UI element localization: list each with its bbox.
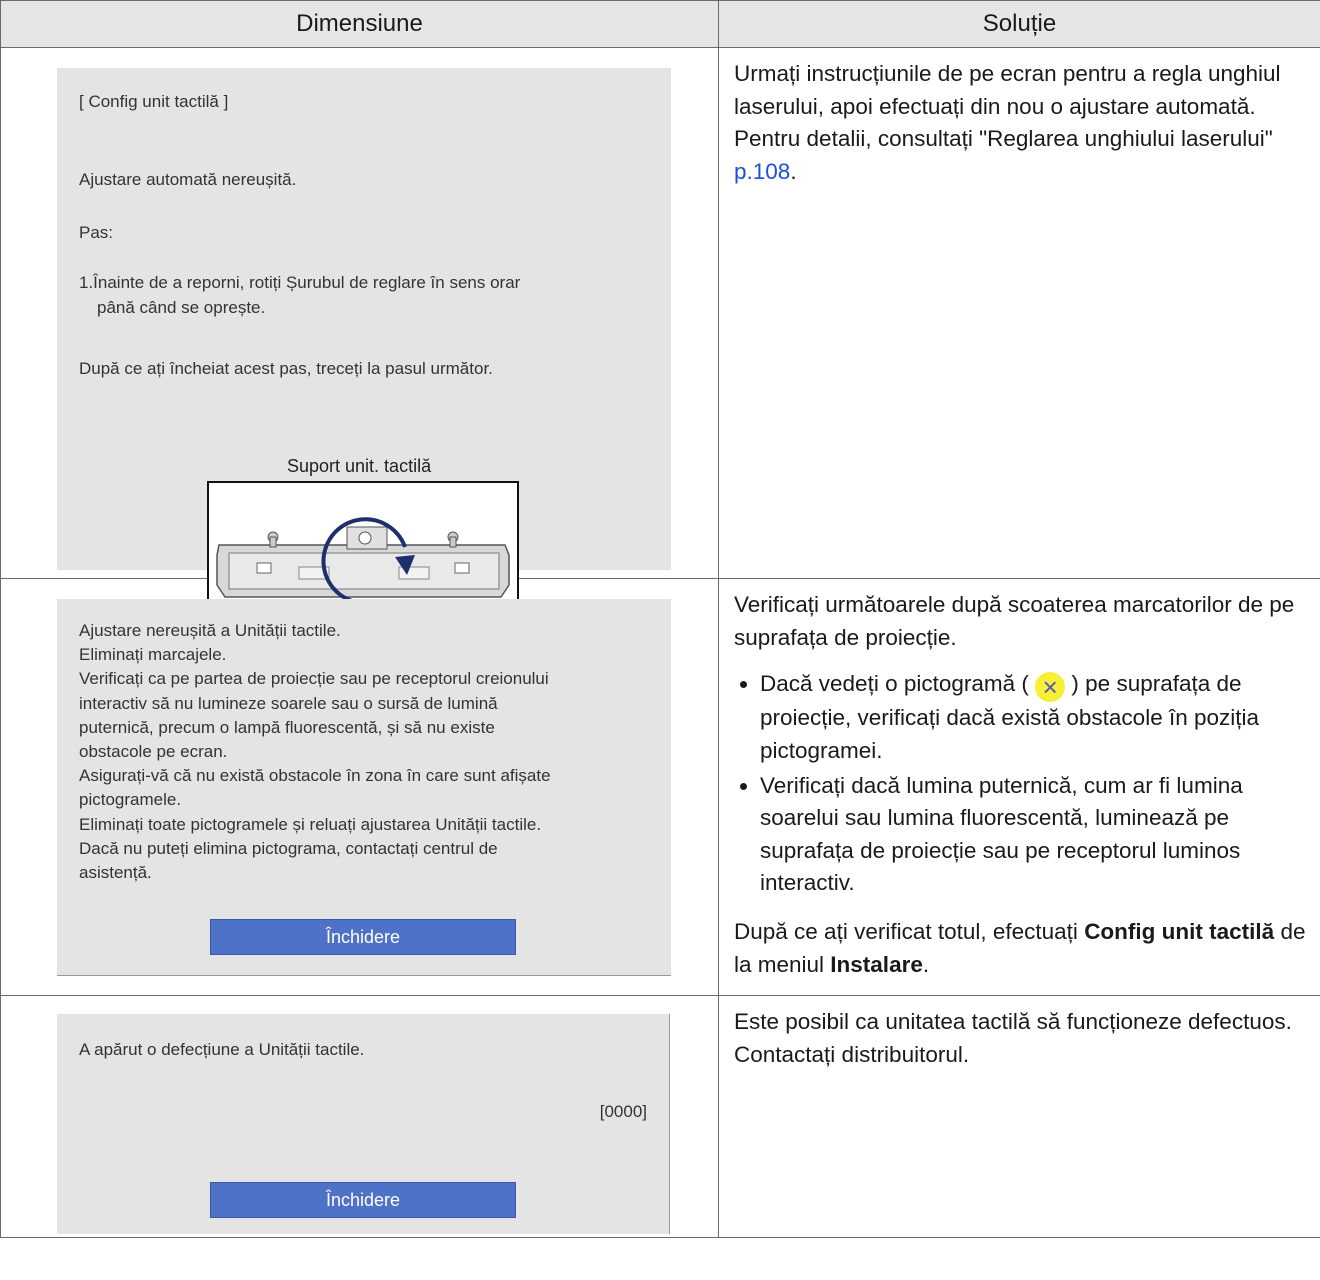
diagram-label: Suport unit. tactilă xyxy=(287,456,432,476)
screen-cell: Ajustare nereușită a Unității tactile. E… xyxy=(0,577,719,997)
table-row: Ajustare nereușită a Unității tactile. E… xyxy=(0,577,1320,997)
header-dimensiune: Dimensiune xyxy=(0,0,719,48)
step-instruction: 1.Înainte de a reporni, rotiți Șurubul d… xyxy=(79,273,521,292)
solution-list: Dacă vedeți o pictogramă ( × ) pe supraf… xyxy=(734,668,1306,900)
list-item: Verificați dacă lumina puternică, cum ar… xyxy=(760,770,1306,901)
step-label: Pas: xyxy=(79,223,114,242)
close-button[interactable]: Închidere xyxy=(210,919,516,955)
solution-cell: Este posibil ca unitatea tactilă să func… xyxy=(718,995,1320,1239)
header-solutie: Soluție xyxy=(718,0,1320,48)
solution-intro: Verificați următoarele după scoaterea ma… xyxy=(734,592,1295,650)
screen-cell: [ Config unit tactilă ] Ajustare automat… xyxy=(0,47,719,621)
error-code: [0000] xyxy=(599,1102,647,1122)
close-button[interactable]: Închidere xyxy=(210,1182,516,1219)
screen-cell: A apărut o defecțiune a Unității tactile… xyxy=(0,995,719,1239)
touch-unit-error-screen: Ajustare nereușită a Unității tactile. E… xyxy=(57,599,671,976)
screen-message: Ajustare automată nereușită. xyxy=(79,170,297,189)
touch-unit-fault-screen: A apărut o defecțiune a Unității tactile… xyxy=(57,1014,670,1235)
menu-item-ref: Config unit tactilă xyxy=(1084,919,1275,944)
menu-ref: Instalare xyxy=(830,951,923,977)
error-message-block: Ajustare nereușită a Unității tactile. E… xyxy=(79,621,551,883)
solution-outro: După ce ați verificat totul, efectuați C… xyxy=(734,919,1306,977)
step-instruction-cont: până când se oprește. xyxy=(97,298,266,317)
solution-text: Este posibil ca unitatea tactilă să func… xyxy=(734,1009,1292,1067)
screen-title: [ Config unit tactilă ] xyxy=(79,92,229,111)
solution-cell: Verificați următoarele după scoaterea ma… xyxy=(718,577,1320,997)
troubleshooting-table: Dimensiune Soluție [ Config unit tactilă… xyxy=(0,0,1320,1239)
fault-message: A apărut o defecțiune a Unității tactile… xyxy=(79,1040,365,1060)
solution-cell: Urmați instrucțiunile de pe ecran pentru… xyxy=(718,47,1320,579)
touch-unit-config-screen: [ Config unit tactilă ] Ajustare automat… xyxy=(57,68,671,621)
list-item: Dacă vedeți o pictogramă ( × ) pe supraf… xyxy=(760,668,1306,767)
after-step-message: După ce ați încheiat acest pas, treceți … xyxy=(79,359,493,378)
solution-text: Urmați instrucțiunile de pe ecran pentru… xyxy=(734,61,1281,184)
table-row: [ Config unit tactilă ] Ajustare automat… xyxy=(0,47,1320,621)
table-row: A apărut o defecțiune a Unității tactile… xyxy=(0,995,1320,1239)
page-link[interactable]: p.108 xyxy=(734,159,790,184)
close-x-icon: × xyxy=(1035,672,1066,703)
